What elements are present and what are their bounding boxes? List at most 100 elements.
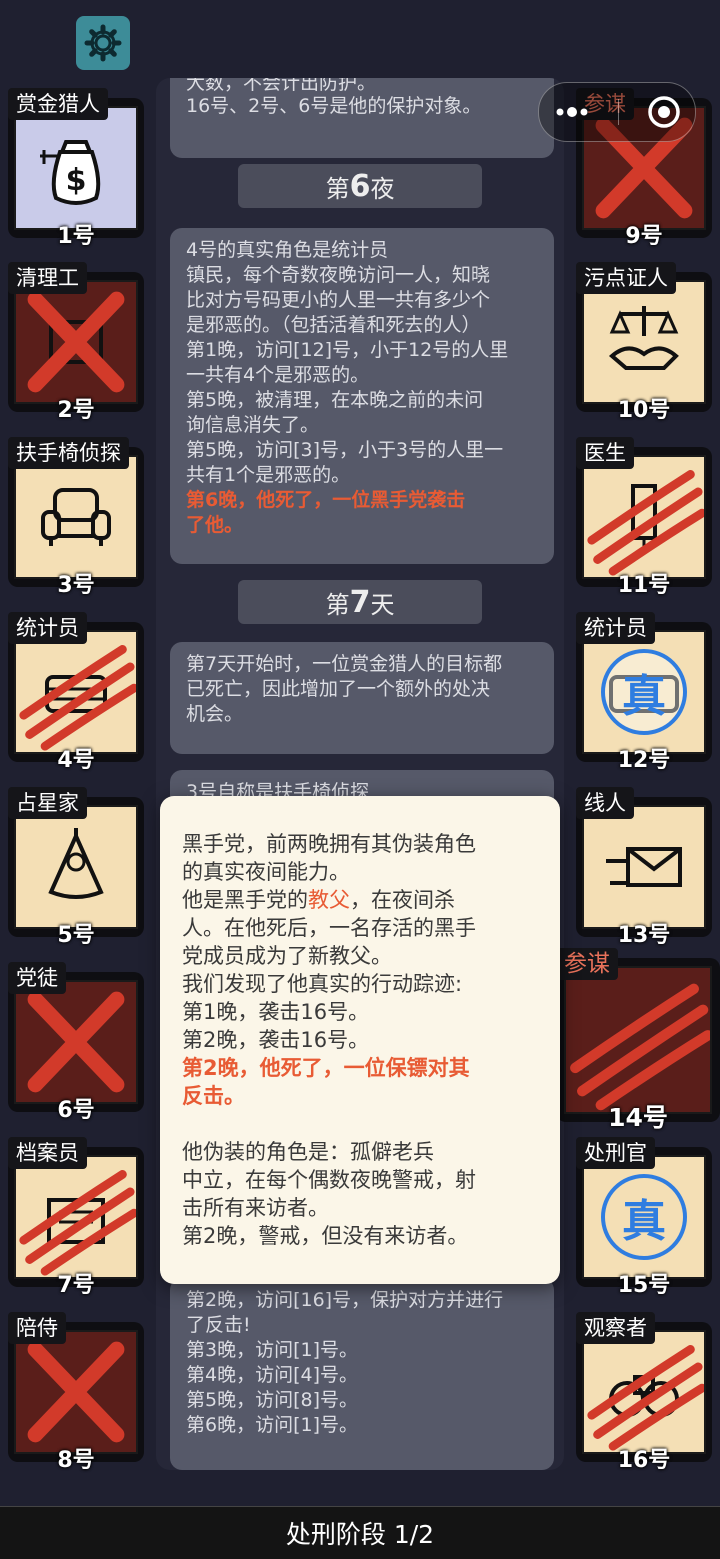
popup-text: 他是黑手党的: [182, 888, 308, 912]
popup-line: 他是黑手党的教父，在夜间杀: [182, 886, 538, 914]
player-number: 1号: [57, 224, 95, 249]
player-card-8[interactable]: 陪侍 8号: [8, 1312, 144, 1473]
role-label: 线人: [576, 787, 634, 819]
player-card-15[interactable]: 处刑官 真 15号: [576, 1137, 712, 1298]
role-portrait: [14, 1330, 138, 1454]
role-portrait: 真: [582, 1155, 706, 1279]
divider-text: 第: [325, 590, 350, 619]
player-card-12[interactable]: 统计员 真 12号: [576, 612, 712, 773]
gear-icon: [84, 24, 122, 62]
player-card-16[interactable]: 观察者 16号: [576, 1312, 712, 1473]
player-card-6[interactable]: 党徒 6号: [8, 962, 144, 1123]
role-label: 处刑官: [576, 1137, 655, 1169]
player-number: 14号: [608, 1103, 668, 1132]
player-number: 6号: [57, 1098, 95, 1123]
log-line: 一共有4个是邪恶的。: [186, 364, 370, 386]
role-portrait: [14, 1155, 138, 1279]
player-card-2[interactable]: 清理工 2号: [8, 262, 144, 423]
role-label: 占星家: [8, 787, 87, 819]
role-label: 清理工: [8, 262, 87, 294]
role-label: 党徒: [8, 962, 66, 994]
player-number: 3号: [57, 573, 95, 598]
popup-line: 中立，在每个偶数夜晚警戒，射: [182, 1168, 476, 1192]
role-portrait: $: [14, 106, 138, 230]
player-card-7[interactable]: 档案员 7号: [8, 1137, 144, 1298]
popup-line: 我们发现了他真实的行动踪迹:: [182, 972, 463, 996]
popup-line: 人。在他死后，一名存活的黑手: [182, 916, 476, 940]
log-line: 第1晚，访问[12]号，小于12号的人里: [186, 339, 509, 361]
log-line: 比对方号码更小的人里一共有多少个: [186, 289, 491, 311]
log-line: 共有1个是邪恶的。: [186, 464, 351, 486]
role-detail-popup[interactable]: 黑手党，前两晚拥有其伪装角色 的真实夜间能力。 他是黑手党的教父，在夜间杀 人。…: [160, 796, 560, 1284]
phase-label: 处刑阶段 1/2: [285, 1520, 435, 1549]
log-line: 第2晚，访问[16]号，保护对方并进行: [186, 1289, 504, 1311]
log-line: 询信息消失了。: [186, 414, 320, 436]
log-line: 机会。: [186, 703, 244, 725]
popup-line: 第1晚，袭击16号。: [182, 1000, 370, 1024]
player-number: 7号: [57, 1273, 95, 1298]
cleaner-icon: [49, 320, 103, 364]
dead-cross-icon: [27, 991, 125, 1093]
divider-text: 夜: [370, 174, 395, 203]
sextant-icon: [48, 828, 104, 899]
player-number: 11号: [617, 573, 671, 598]
role-label: 档案员: [8, 1137, 87, 1169]
divider-number: 7: [349, 584, 371, 620]
log-message: 4号的真实角色是统计员 镇民，每个奇数夜晚访问一人，知晓 比对方号码更小的人里一…: [170, 228, 554, 564]
log-line: 第7天开始时，一位赏金猎人的目标都: [186, 653, 503, 675]
divider-text: 天: [370, 590, 395, 619]
player-card-10[interactable]: 污点证人 10号: [576, 262, 712, 423]
claw-scratch-icon: [570, 983, 710, 1111]
role-label: 陪侍: [8, 1312, 66, 1344]
capsule-divider: [618, 99, 620, 125]
phase-bar: 处刑阶段 1/2: [0, 1506, 720, 1559]
log-message: 大数，不会计出防护。 16号、2号、6号是他的保护对象。: [170, 78, 554, 158]
popup-role-highlight: 教父: [308, 888, 350, 912]
armchair-icon: [41, 488, 111, 546]
log-line: 了反击!: [186, 1314, 251, 1336]
player-card-13[interactable]: 线人 13号: [576, 787, 712, 948]
popup-line-death: 第2晚，他死了，一位保镖对其: [182, 1056, 470, 1080]
player-number: 8号: [57, 1448, 95, 1473]
player-number: 16号: [617, 1448, 671, 1473]
log-line: 已死亡，因此增加了一个额外的处决: [186, 678, 491, 700]
log-line-death: 了他。: [186, 514, 244, 536]
scales-handshake-icon: [608, 306, 679, 370]
syringe-icon: [631, 484, 657, 552]
player-card-11[interactable]: 医生 11号: [576, 437, 712, 598]
log-line: 第6晚，访问[1]号。: [186, 1414, 359, 1436]
player-card-3[interactable]: 扶手椅侦探 3号: [8, 437, 144, 598]
popup-line: 黑手党，前两晚拥有其伪装角色: [182, 832, 476, 856]
role-label: 扶手椅侦探: [8, 437, 129, 469]
log-line: 第5晚，访问[3]号，小于3号的人里一: [186, 439, 504, 461]
popup-line: 党成员成为了新教父。: [182, 944, 392, 968]
role-label: 统计员: [8, 612, 87, 644]
role-label: 统计员: [576, 612, 655, 644]
more-icon[interactable]: [552, 105, 592, 119]
player-card-4[interactable]: 统计员 4号: [8, 612, 144, 773]
player-number: 15号: [617, 1273, 671, 1298]
role-label: 医生: [576, 437, 634, 469]
player-number: 4号: [57, 748, 95, 773]
player-card-5[interactable]: 占星家 5号: [8, 787, 144, 948]
player-number: 5号: [57, 923, 95, 948]
binoculars-icon: [609, 1375, 679, 1417]
abacus-icon: [609, 675, 679, 713]
popup-line: 他伪装的角色是：孤僻老兵: [182, 1140, 434, 1164]
close-target-icon[interactable]: [646, 94, 682, 130]
log-message: 第2晚，访问[16]号，保护对方并进行 了反击! 第3晚，访问[1]号。 第4晚…: [170, 1278, 554, 1470]
log-line-death: 第6晚，他死了，一位黑手党袭击: [186, 489, 466, 511]
player-card-1[interactable]: 赏金猎人 $ 1号: [8, 88, 144, 249]
log-message: 第7天开始时，一位赏金猎人的目标都 已死亡，因此增加了一个额外的处决 机会。: [170, 642, 554, 754]
role-portrait: [564, 966, 712, 1114]
day-divider: 第7天: [238, 580, 482, 624]
log-line: 第3晚，访问[1]号。: [186, 1339, 359, 1361]
verified-stamp-text: 真: [601, 1174, 687, 1260]
abacus-icon: [45, 675, 107, 713]
role-portrait: [14, 630, 138, 754]
divider-number: 6: [349, 168, 371, 204]
player-card-14[interactable]: 参谋 14号: [556, 948, 720, 1132]
log-line: 第5晚，被清理，在本晚之前的未问: [186, 389, 484, 411]
settings-button[interactable]: [76, 16, 130, 70]
archive-icon: [47, 1198, 105, 1244]
